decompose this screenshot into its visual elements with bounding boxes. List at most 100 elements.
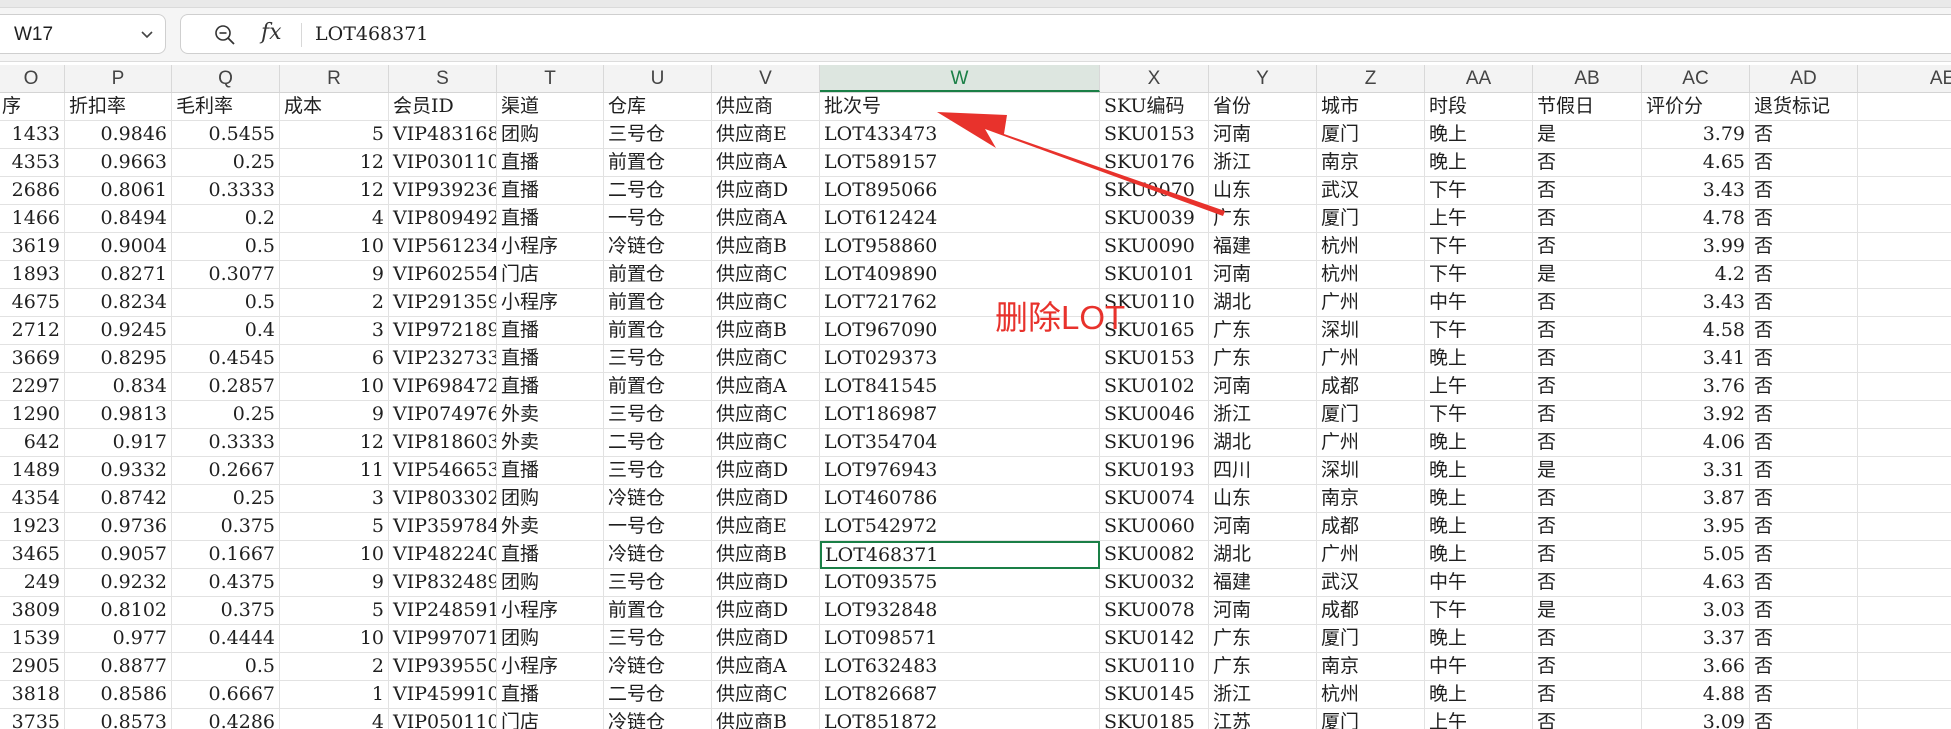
cell[interactable]: 直播	[497, 149, 604, 177]
cell[interactable]: 否	[1533, 317, 1642, 345]
cell[interactable]: 否	[1533, 485, 1642, 513]
cell[interactable]: 4353	[0, 149, 65, 177]
cell[interactable]: 是	[1533, 121, 1642, 149]
cell[interactable]: SKU0078	[1100, 597, 1209, 625]
cell[interactable]: SKU0074	[1100, 485, 1209, 513]
cell[interactable]: 否	[1750, 261, 1858, 289]
cell[interactable]: 团购	[497, 625, 604, 653]
cell[interactable]: 0.834	[65, 373, 172, 401]
cell[interactable]	[1858, 653, 1951, 681]
cell[interactable]: 3809	[0, 597, 65, 625]
cell[interactable]: LOT354704	[820, 429, 1100, 457]
cell[interactable]: SKU0032	[1100, 569, 1209, 597]
cell[interactable]: 河南	[1209, 121, 1317, 149]
cell[interactable]	[1858, 513, 1951, 541]
cell[interactable]: 否	[1750, 429, 1858, 457]
cell[interactable]: 4.58	[1642, 317, 1750, 345]
cell[interactable]: 广州	[1317, 289, 1425, 317]
cell[interactable]: 直播	[497, 317, 604, 345]
cell[interactable]: 0.6667	[172, 681, 280, 709]
cell[interactable]: LOT932848	[820, 597, 1100, 625]
cell[interactable]: 否	[1750, 345, 1858, 373]
cell[interactable]: 0.4545	[172, 345, 280, 373]
cell[interactable]: 福建	[1209, 233, 1317, 261]
cell[interactable]: 三号仓	[604, 625, 712, 653]
cell[interactable]: 冷链仓	[604, 485, 712, 513]
cell[interactable]	[1858, 541, 1951, 569]
cell[interactable]: 否	[1533, 653, 1642, 681]
cell[interactable]	[1858, 401, 1951, 429]
cell[interactable]: LOT826687	[820, 681, 1100, 709]
cell[interactable]: VIP832489	[389, 569, 497, 597]
cell[interactable]	[1858, 149, 1951, 177]
cell[interactable]: SKU0070	[1100, 177, 1209, 205]
cell[interactable]: 供应商B	[712, 317, 820, 345]
cell[interactable]: 2	[280, 653, 389, 681]
cell[interactable]: 0.5455	[172, 121, 280, 149]
cell[interactable]: 10	[280, 625, 389, 653]
cell[interactable]: SKU0185	[1100, 709, 1209, 729]
cell[interactable]: 0.4286	[172, 709, 280, 729]
cell[interactable]: 批次号	[820, 93, 1100, 121]
cell[interactable]: SKU编码	[1100, 93, 1209, 121]
cell[interactable]: 供应商C	[712, 429, 820, 457]
cell[interactable]: 5	[280, 513, 389, 541]
cell[interactable]: VIP818603	[389, 429, 497, 457]
cell[interactable]: 3.37	[1642, 625, 1750, 653]
cell[interactable]: 供应商D	[712, 485, 820, 513]
cell[interactable]: SKU0102	[1100, 373, 1209, 401]
cell[interactable]: 4	[280, 205, 389, 233]
cell[interactable]: 湖北	[1209, 429, 1317, 457]
fx-icon[interactable]: fx	[261, 20, 282, 45]
column-header-t[interactable]: T	[497, 65, 604, 92]
cell[interactable]: 3669	[0, 345, 65, 373]
cell[interactable]: 湖北	[1209, 289, 1317, 317]
cell[interactable]: 供应商D	[712, 569, 820, 597]
cell[interactable]: 4675	[0, 289, 65, 317]
cell[interactable]: 上午	[1425, 205, 1533, 233]
cell[interactable]: 直播	[497, 373, 604, 401]
cell[interactable]: 0.5	[172, 289, 280, 317]
cell[interactable]: 前置仓	[604, 317, 712, 345]
cell[interactable]: 三号仓	[604, 121, 712, 149]
cell[interactable]: 厦门	[1317, 625, 1425, 653]
cell[interactable]: 0.2	[172, 205, 280, 233]
cell[interactable]: 成都	[1317, 597, 1425, 625]
cell[interactable]: 山东	[1209, 485, 1317, 513]
column-header-x[interactable]: X	[1100, 65, 1209, 92]
cell[interactable]: VIP050110	[389, 709, 497, 729]
cell[interactable]: 下午	[1425, 317, 1533, 345]
cell[interactable]: 武汉	[1317, 177, 1425, 205]
cell[interactable]	[1858, 625, 1951, 653]
cell[interactable]: 成都	[1317, 373, 1425, 401]
cell[interactable]: 12	[280, 149, 389, 177]
cell[interactable]: 省份	[1209, 93, 1317, 121]
cell[interactable]: 浙江	[1209, 149, 1317, 177]
cell[interactable]: 0.1667	[172, 541, 280, 569]
cell[interactable]: LOT612424	[820, 205, 1100, 233]
cell[interactable]: 小程序	[497, 653, 604, 681]
cell[interactable]	[1858, 569, 1951, 597]
cell[interactable]: 否	[1750, 541, 1858, 569]
cell[interactable]: LOT409890	[820, 261, 1100, 289]
column-header-v[interactable]: V	[712, 65, 820, 92]
cell[interactable]: 杭州	[1317, 233, 1425, 261]
column-header-ad[interactable]: AD	[1750, 65, 1858, 92]
cell[interactable]: 直播	[497, 681, 604, 709]
cell[interactable]: 晚上	[1425, 541, 1533, 569]
cell[interactable]: 否	[1750, 121, 1858, 149]
cell[interactable]: 4.78	[1642, 205, 1750, 233]
cell[interactable]: 2	[280, 289, 389, 317]
cell[interactable]: 会员ID	[389, 93, 497, 121]
cell[interactable]: 广东	[1209, 345, 1317, 373]
cell[interactable]: SKU0090	[1100, 233, 1209, 261]
cell[interactable]: 供应商B	[712, 233, 820, 261]
cell[interactable]: 深圳	[1317, 457, 1425, 485]
cell[interactable]: VIP291359	[389, 289, 497, 317]
cell[interactable]: VIP803302	[389, 485, 497, 513]
cell[interactable]	[1858, 429, 1951, 457]
cell[interactable]: 评价分	[1642, 93, 1750, 121]
cell[interactable]: 否	[1750, 289, 1858, 317]
cell[interactable]: 山东	[1209, 177, 1317, 205]
cell[interactable]	[1858, 373, 1951, 401]
